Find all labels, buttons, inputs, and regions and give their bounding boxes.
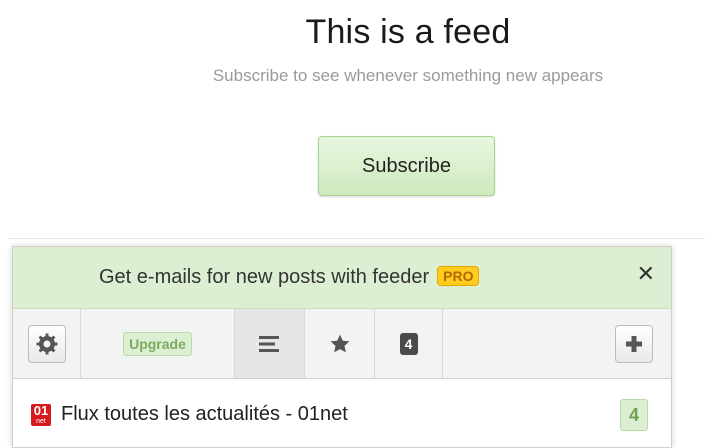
unread-count-badge: 4 bbox=[399, 332, 418, 355]
tab-unread[interactable]: 4 bbox=[375, 309, 443, 378]
feeder-popup: Get e-mails for new posts with feeder PRO… bbox=[12, 246, 672, 448]
upgrade-badge: Upgrade bbox=[123, 331, 192, 356]
plus-icon bbox=[626, 335, 642, 352]
page-subtitle: Subscribe to see whenever something new … bbox=[212, 66, 604, 85]
divider-line bbox=[8, 238, 705, 239]
pro-badge: PRO bbox=[437, 266, 480, 286]
add-feed-button[interactable] bbox=[597, 309, 671, 378]
upgrade-button[interactable]: Upgrade bbox=[81, 309, 235, 378]
close-icon[interactable]: ✕ bbox=[637, 263, 655, 285]
feed-logo: 01 net bbox=[31, 404, 51, 426]
star-icon bbox=[330, 334, 349, 352]
tab-all-posts[interactable] bbox=[235, 309, 305, 378]
subscribe-button[interactable]: Subscribe bbox=[318, 136, 495, 196]
page-title: This is a feed bbox=[305, 13, 511, 51]
promo-text[interactable]: Get e-mails for new posts with feeder PRO bbox=[99, 266, 480, 289]
feed-title: Flux toutes les actualités - 01net bbox=[61, 403, 348, 425]
settings-button[interactable] bbox=[13, 309, 81, 378]
feed-logo-text: 01 bbox=[33, 404, 49, 418]
toolbar: Upgrade 4 bbox=[13, 309, 671, 379]
promo-bar: Get e-mails for new posts with feeder PRO… bbox=[13, 247, 671, 309]
add-icon-box bbox=[615, 324, 653, 363]
gear-icon bbox=[36, 333, 57, 354]
list-icon bbox=[258, 335, 279, 352]
feed-count-badge: 4 bbox=[620, 399, 648, 431]
tab-starred[interactable] bbox=[305, 309, 375, 378]
feed-logo-sub: net bbox=[36, 418, 46, 425]
feed-row[interactable]: 01 net Flux toutes les actualités - 01ne… bbox=[13, 379, 671, 447]
settings-icon-box bbox=[27, 324, 66, 363]
promo-label: Get e-mails for new posts with feeder bbox=[99, 266, 430, 288]
